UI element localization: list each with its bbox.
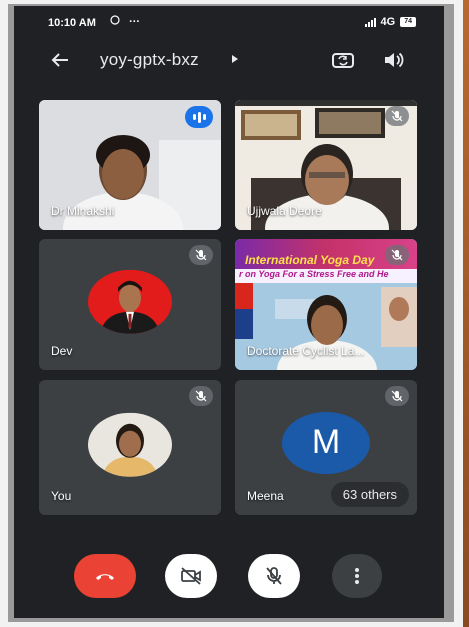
participant-tile-dev[interactable]: Dev: [39, 239, 221, 370]
caret-right-icon[interactable]: [232, 55, 238, 63]
participant-name: Ujjwala Deore: [247, 204, 322, 218]
banner-subtitle: r on Yoga For a Stress Free and He: [235, 269, 417, 283]
meeting-code[interactable]: yoy-gptx-bxz: [100, 50, 199, 70]
meeting-header: yoy-gptx-bxz: [14, 42, 444, 78]
others-count[interactable]: 63 others: [330, 482, 409, 507]
mic-off-icon: [189, 245, 213, 265]
more-options-button[interactable]: [332, 554, 382, 598]
status-right: 4G 74: [364, 16, 416, 28]
speaker-icon[interactable]: [382, 48, 406, 72]
camera-off-icon: [181, 567, 201, 585]
participant-tile-you[interactable]: You: [39, 380, 221, 515]
participant-tile-doctorate-cyclist[interactable]: International Yoga Day r on Yoga For a S…: [235, 239, 417, 370]
mic-off-icon: [266, 567, 282, 585]
participant-name: Meena: [247, 489, 284, 503]
mic-off-icon: [385, 386, 409, 406]
mic-toggle-button[interactable]: [248, 554, 300, 598]
whatsapp-icon: [110, 15, 123, 28]
back-arrow-icon[interactable]: [48, 48, 72, 72]
network-type: 4G: [380, 16, 396, 28]
participant-name: Dr Minakshi: [51, 204, 115, 218]
avatar: [88, 269, 172, 334]
camera-toggle-button[interactable]: [165, 554, 217, 598]
call-controls: [14, 554, 444, 604]
more-vert-icon: [355, 568, 359, 584]
switch-camera-icon[interactable]: [330, 48, 356, 72]
status-notifications: ···: [110, 15, 146, 28]
participant-name: Doctorate Cyclist La...: [247, 344, 365, 358]
avatar-letter: M: [282, 411, 370, 474]
more-notifications-icon: ···: [129, 16, 141, 28]
battery-icon: 74: [400, 17, 416, 27]
phone-screen: 10:10 AM ··· 4G 74 yoy-gptx-bxz Dr Minak…: [14, 6, 444, 618]
edge-strip: [463, 0, 469, 627]
participant-tile-meena[interactable]: M Meena 63 others: [235, 380, 417, 515]
participant-tile-dr-minakshi[interactable]: Dr Minakshi: [39, 100, 221, 230]
avatar: [88, 412, 172, 477]
participant-tile-ujjwala-deore[interactable]: Ujjwala Deore: [235, 100, 417, 230]
mic-off-icon: [385, 106, 409, 126]
end-call-button[interactable]: [74, 554, 136, 598]
status-time: 10:10 AM: [48, 17, 96, 29]
banner-title: International Yoga Day: [245, 253, 375, 267]
participant-name: Dev: [51, 344, 73, 358]
phone-hangup-icon: [96, 574, 114, 580]
status-bar: 10:10 AM ··· 4G 74: [14, 6, 444, 38]
mic-off-icon: [189, 386, 213, 406]
speaking-indicator-icon: [185, 106, 213, 128]
signal-icon: [364, 17, 376, 27]
mic-off-icon: [385, 245, 409, 265]
participant-name: You: [51, 489, 72, 503]
